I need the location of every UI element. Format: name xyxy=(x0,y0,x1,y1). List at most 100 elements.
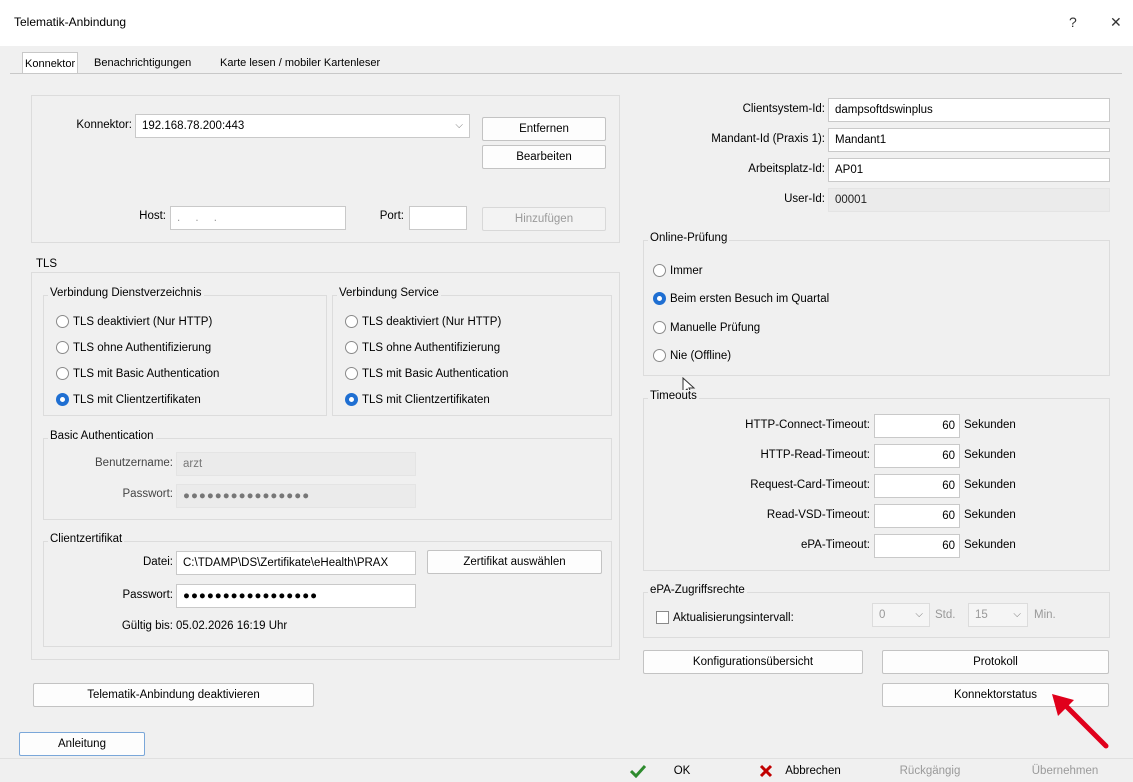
remove-button[interactable]: Entfernen xyxy=(482,117,606,141)
basic-password-label: Passwort: xyxy=(122,488,174,500)
deactivate-button[interactable]: Telematik-Anbindung deaktivieren xyxy=(33,683,314,707)
service-option-2[interactable]: TLS mit Basic Authentication xyxy=(345,367,508,380)
dienst-option-2[interactable]: TLS mit Basic Authentication xyxy=(56,367,219,380)
edit-button[interactable]: Bearbeiten xyxy=(482,145,606,169)
timeout-unit: Sekunden xyxy=(964,509,1016,521)
mandant-id-label: Mandant-Id (Praxis 1): xyxy=(711,133,825,145)
basic-auth-title: Basic Authentication xyxy=(48,430,156,442)
timeout-label: ePA-Timeout: xyxy=(800,539,870,551)
port-label: Port: xyxy=(379,210,404,222)
radio-icon xyxy=(345,367,358,380)
protocol-button[interactable]: Protokoll xyxy=(882,650,1109,674)
file-label: Datei: xyxy=(142,556,173,568)
guide-button[interactable]: Anleitung xyxy=(19,732,145,756)
minutes-dropdown[interactable]: 15 ⌵ xyxy=(968,603,1028,627)
timeout-input[interactable]: 60 xyxy=(874,534,960,558)
service-title: Verbindung Service xyxy=(337,287,441,299)
radio-icon xyxy=(56,315,69,328)
arbeitsplatz-id-input[interactable]: AP01 xyxy=(828,158,1110,182)
arbeitsplatz-id-label: Arbeitsplatz-Id: xyxy=(748,163,825,175)
cert-password-label: Passwort: xyxy=(122,589,174,601)
epa-interval-checkbox[interactable]: Aktualisierungsintervall: xyxy=(656,611,794,624)
tab-konnektor[interactable]: Konnektor xyxy=(22,52,79,74)
radio-icon xyxy=(345,341,358,354)
tab-divider xyxy=(10,73,1122,74)
client-id-label: Clientsystem-Id: xyxy=(742,103,825,115)
timeout-input[interactable]: 60 xyxy=(874,474,960,498)
timeout-unit: Sekunden xyxy=(964,539,1016,551)
service-option-1[interactable]: TLS ohne Authentifizierung xyxy=(345,341,500,354)
radio-icon xyxy=(653,349,666,362)
ok-button[interactable]: OK xyxy=(605,760,715,782)
user-id-input: 00001 xyxy=(828,188,1110,212)
service-option-3[interactable]: TLS mit Clientzertifikaten xyxy=(345,393,490,406)
timeout-unit: Sekunden xyxy=(964,449,1016,461)
epa-title: ePA-Zugriffsrechte xyxy=(648,584,747,596)
hours-dropdown[interactable]: 0 ⌵ xyxy=(872,603,930,627)
timeout-input[interactable]: 60 xyxy=(874,414,960,438)
dienst-option-0[interactable]: TLS deaktiviert (Nur HTTP) xyxy=(56,315,212,328)
chevron-down-icon: ⌵ xyxy=(915,609,923,620)
select-certificate-button[interactable]: Zertifikat auswählen xyxy=(427,550,602,574)
configuration-overview-button[interactable]: Konfigurationsübersicht xyxy=(643,650,863,674)
window-title: Telematik-Anbindung xyxy=(14,15,127,29)
timeout-input[interactable]: 60 xyxy=(874,504,960,528)
file-input[interactable]: C:\TDAMP\DS\Zertifikate\eHealth\PRAX xyxy=(176,551,416,575)
host-input[interactable]: . . . xyxy=(170,206,346,230)
service-option-0[interactable]: TLS deaktiviert (Nur HTTP) xyxy=(345,315,501,328)
radio-selected-icon xyxy=(56,393,69,406)
online-option-3[interactable]: Nie (Offline) xyxy=(653,349,731,362)
cancel-x-icon xyxy=(760,764,773,778)
timeout-unit: Sekunden xyxy=(964,479,1016,491)
username-label: Benutzername: xyxy=(95,457,173,469)
close-button[interactable]: ✕ xyxy=(1110,14,1122,31)
cancel-button[interactable]: Abbrechen xyxy=(740,760,860,782)
online-option-1[interactable]: Beim ersten Besuch im Quartal xyxy=(653,292,829,305)
apply-button[interactable]: Übernehmen xyxy=(1005,760,1125,782)
client-id-input[interactable]: dampsoftdswinplus xyxy=(828,98,1110,122)
konnektor-dropdown[interactable]: 192.168.78.200:443 ⌵ xyxy=(135,114,470,138)
cert-password-input[interactable]: ●●●●●●●●●●●●●●●●● xyxy=(176,584,416,608)
user-id-label: User-Id: xyxy=(784,193,825,205)
timeout-unit: Sekunden xyxy=(964,419,1016,431)
username-input[interactable]: arzt xyxy=(176,452,416,476)
konnektor-value: 192.168.78.200:443 xyxy=(142,120,245,132)
online-check-title: Online-Prüfung xyxy=(648,232,730,244)
host-label: Host: xyxy=(139,210,166,222)
radio-icon xyxy=(345,315,358,328)
timeout-label: HTTP-Connect-Timeout: xyxy=(745,419,870,431)
timeout-input[interactable]: 60 xyxy=(874,444,960,468)
tls-title: TLS xyxy=(36,258,58,270)
chevron-down-icon: ⌵ xyxy=(1013,609,1021,620)
port-input[interactable] xyxy=(409,206,467,230)
timeouts-title: Timeouts xyxy=(648,390,699,402)
red-arrow-icon xyxy=(1052,694,1109,749)
radio-selected-icon xyxy=(345,393,358,406)
title-bar xyxy=(0,0,1133,46)
radio-icon xyxy=(56,367,69,380)
mandant-id-input[interactable]: Mandant1 xyxy=(828,128,1110,152)
check-icon xyxy=(629,764,646,778)
dienst-title: Verbindung Dienstverzeichnis xyxy=(48,287,204,299)
dienst-option-3[interactable]: TLS mit Clientzertifikaten xyxy=(56,393,201,406)
add-button[interactable]: Hinzufügen xyxy=(482,207,606,231)
timeout-label: Read-VSD-Timeout: xyxy=(766,509,870,521)
valid-until-value: 05.02.2026 16:19 Uhr xyxy=(176,620,288,632)
radio-icon xyxy=(653,321,666,334)
radio-selected-icon xyxy=(653,292,666,305)
radio-icon xyxy=(56,341,69,354)
valid-until-label: Gültig bis: xyxy=(121,620,173,632)
undo-button[interactable]: Rückgängig xyxy=(875,760,985,782)
tab-karte-lesen[interactable]: Karte lesen / mobiler Kartenleser xyxy=(218,52,382,74)
timeout-label: Request-Card-Timeout: xyxy=(750,479,870,491)
minutes-unit: Min. xyxy=(1034,609,1056,621)
chevron-down-icon: ⌵ xyxy=(455,120,463,131)
dienst-option-1[interactable]: TLS ohne Authentifizierung xyxy=(56,341,211,354)
hours-unit: Std. xyxy=(935,609,956,621)
online-option-2[interactable]: Manuelle Prüfung xyxy=(653,321,760,334)
help-button[interactable]: ? xyxy=(1069,14,1077,30)
basic-password-input[interactable]: ●●●●●●●●●●●●●●●● xyxy=(176,484,416,508)
radio-icon xyxy=(653,264,666,277)
online-option-0[interactable]: Immer xyxy=(653,264,703,277)
tab-benachrichtigungen[interactable]: Benachrichtigungen xyxy=(92,52,193,74)
